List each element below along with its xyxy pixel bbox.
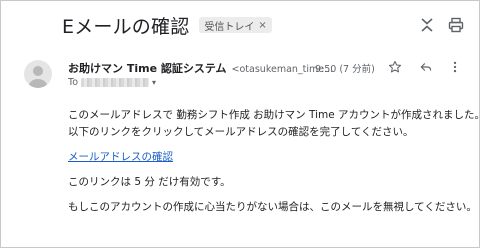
avatar [24,60,52,88]
subject-row: Eメールの確認 受信トレイ × [62,10,272,40]
inbox-label-chip[interactable]: 受信トレイ × [199,17,272,33]
sender-line: お助けマン Time 認証システム <otasukeman_time... [68,60,333,76]
sender-name[interactable]: お助けマン Time 認証システム [68,60,227,76]
inbox-label-text: 受信トレイ [204,21,255,33]
recipient-redacted [81,78,150,87]
email-subject: Eメールの確認 [62,15,190,38]
body-line-2: 以下のリンクをクリックしてメールアドレスの確認を完了してください。 [68,126,414,138]
print-icon[interactable] [447,16,465,34]
remove-label-button[interactable]: × [258,20,266,31]
recipient-details-toggle[interactable]: ▾ [152,78,156,87]
star-icon[interactable] [387,59,403,75]
verify-email-link[interactable]: メールアドレスの確認 [68,149,173,164]
recipient-line: To ▾ [68,77,156,88]
body-line-1: このメールアドレスで 勤務シフト作成 お助けマン Time アカウントが作成され… [68,109,480,121]
received-time: 9:50 (7 分前) [315,64,375,75]
body-line-3: このリンクは 5 分 だけ有効です。 [68,176,231,188]
body-line-4: もしこのアカウントの作成に心当たりがない場合は、このメールを無視してください。 [68,201,477,213]
to-label: To [68,77,79,88]
reply-icon[interactable] [418,59,434,75]
more-vert-icon[interactable] [447,59,463,75]
collapse-icon[interactable] [418,16,436,34]
